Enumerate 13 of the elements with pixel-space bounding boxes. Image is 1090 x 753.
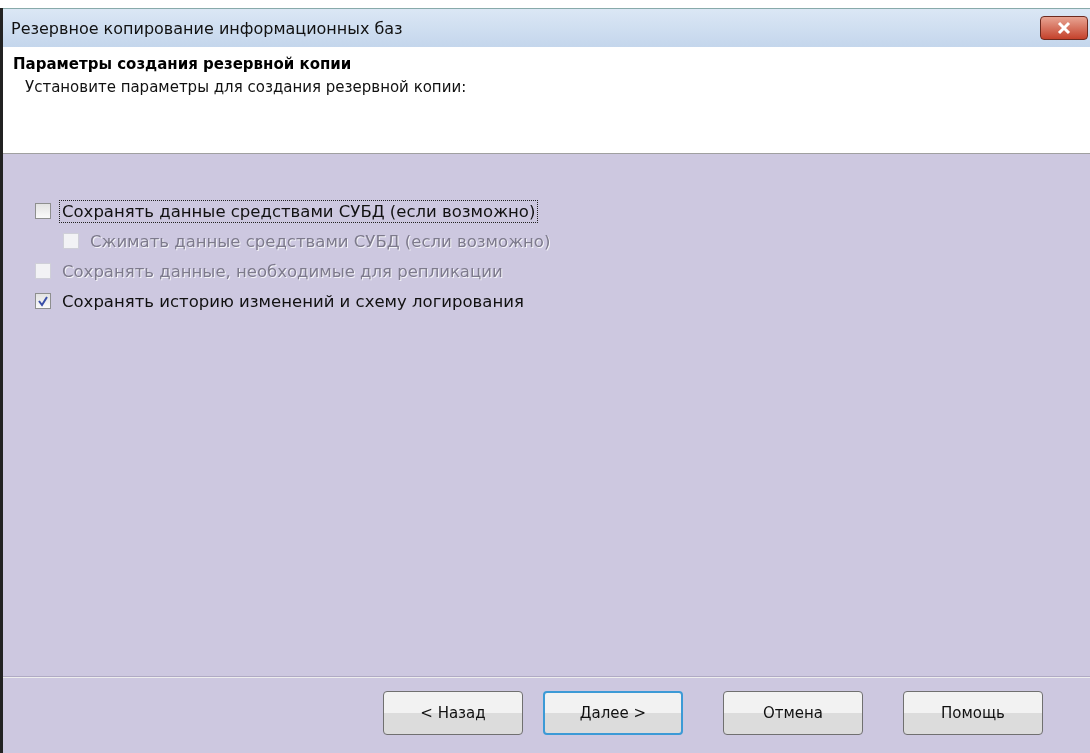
page-instruction: Установите параметры для создания резервной копии: — [24, 78, 468, 96]
dialog-button[interactable]: Помощь — [903, 691, 1043, 735]
dialog-button[interactable]: < Назад — [383, 691, 523, 735]
dialog-button[interactable]: Отмена — [723, 691, 863, 735]
checkbox[interactable] — [35, 203, 51, 219]
page-heading: Параметры создания резервной копии — [13, 55, 353, 73]
close-icon — [1056, 21, 1072, 35]
dialog-button[interactable]: Далее > — [543, 691, 683, 735]
checkbox-label[interactable]: Сохранять историю изменений и схему логирования — [59, 289, 527, 313]
checkbox[interactable] — [35, 293, 51, 309]
checkbox-label[interactable]: Сохранять данные средствами СУБД (если возможно) — [59, 199, 539, 223]
close-button[interactable] — [1040, 16, 1088, 40]
window-title: Резервное копирование информационных баз — [11, 18, 403, 38]
